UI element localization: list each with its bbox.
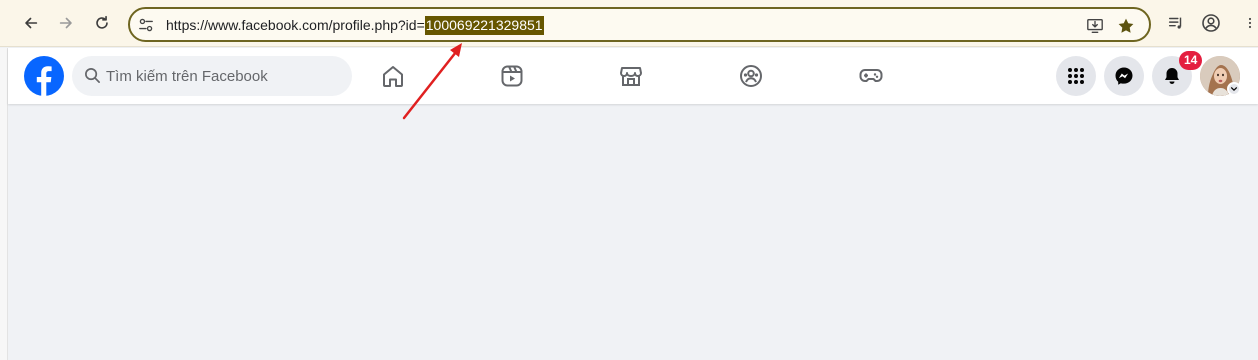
messenger-icon	[1115, 67, 1133, 85]
install-app-icon[interactable]	[1084, 15, 1106, 37]
home-icon	[383, 66, 403, 87]
menu-button[interactable]	[1056, 56, 1096, 96]
search-icon	[85, 68, 100, 83]
forward-button[interactable]	[52, 9, 80, 37]
back-button[interactable]	[17, 9, 45, 37]
reload-icon	[96, 15, 108, 29]
facebook-search-box[interactable]	[72, 56, 352, 96]
url-selected-id: 100069221329851	[424, 16, 544, 35]
video-reels-icon	[501, 65, 523, 87]
facebook-logo-icon[interactable]	[24, 56, 64, 96]
address-bar[interactable]: https://www.facebook.com/profile.php?id=…	[128, 7, 1151, 42]
browser-profile-button[interactable]	[1197, 9, 1225, 37]
bookmark-star-icon[interactable]	[1115, 15, 1137, 37]
account-circle-icon	[1202, 14, 1220, 32]
url-prefix: https://www.facebook.com/profile.php?id=	[166, 17, 425, 33]
bell-icon	[1165, 68, 1179, 84]
tab-marketplace[interactable]	[609, 54, 653, 98]
chevron-down-icon	[1230, 87, 1238, 91]
playlist-icon	[1168, 17, 1182, 29]
media-control-button[interactable]	[1162, 9, 1190, 37]
browser-menu-button[interactable]	[1236, 9, 1258, 37]
arrow-left-icon	[25, 17, 38, 29]
grid-menu-icon	[1068, 68, 1084, 84]
groups-icon	[740, 65, 762, 87]
tab-gaming[interactable]	[849, 54, 893, 98]
gamepad-icon	[859, 69, 883, 82]
marketplace-store-icon	[620, 67, 642, 86]
site-info-icon[interactable]	[137, 16, 155, 34]
notification-count-badge: 14	[1179, 51, 1203, 70]
reload-button[interactable]	[88, 9, 116, 37]
tab-video[interactable]	[490, 54, 534, 98]
left-window-edge	[0, 48, 8, 360]
tab-home[interactable]	[371, 54, 415, 98]
tab-groups[interactable]	[729, 54, 773, 98]
messenger-button[interactable]	[1104, 56, 1144, 96]
arrow-right-icon	[59, 17, 72, 29]
facebook-top-nav: 14	[8, 48, 1258, 104]
search-input[interactable]	[106, 56, 342, 96]
more-vertical-icon	[1248, 17, 1252, 29]
account-chevron[interactable]	[1227, 82, 1241, 96]
url-text[interactable]: https://www.facebook.com/profile.php?id=…	[166, 16, 544, 35]
browser-toolbar: https://www.facebook.com/profile.php?id=…	[0, 0, 1258, 47]
